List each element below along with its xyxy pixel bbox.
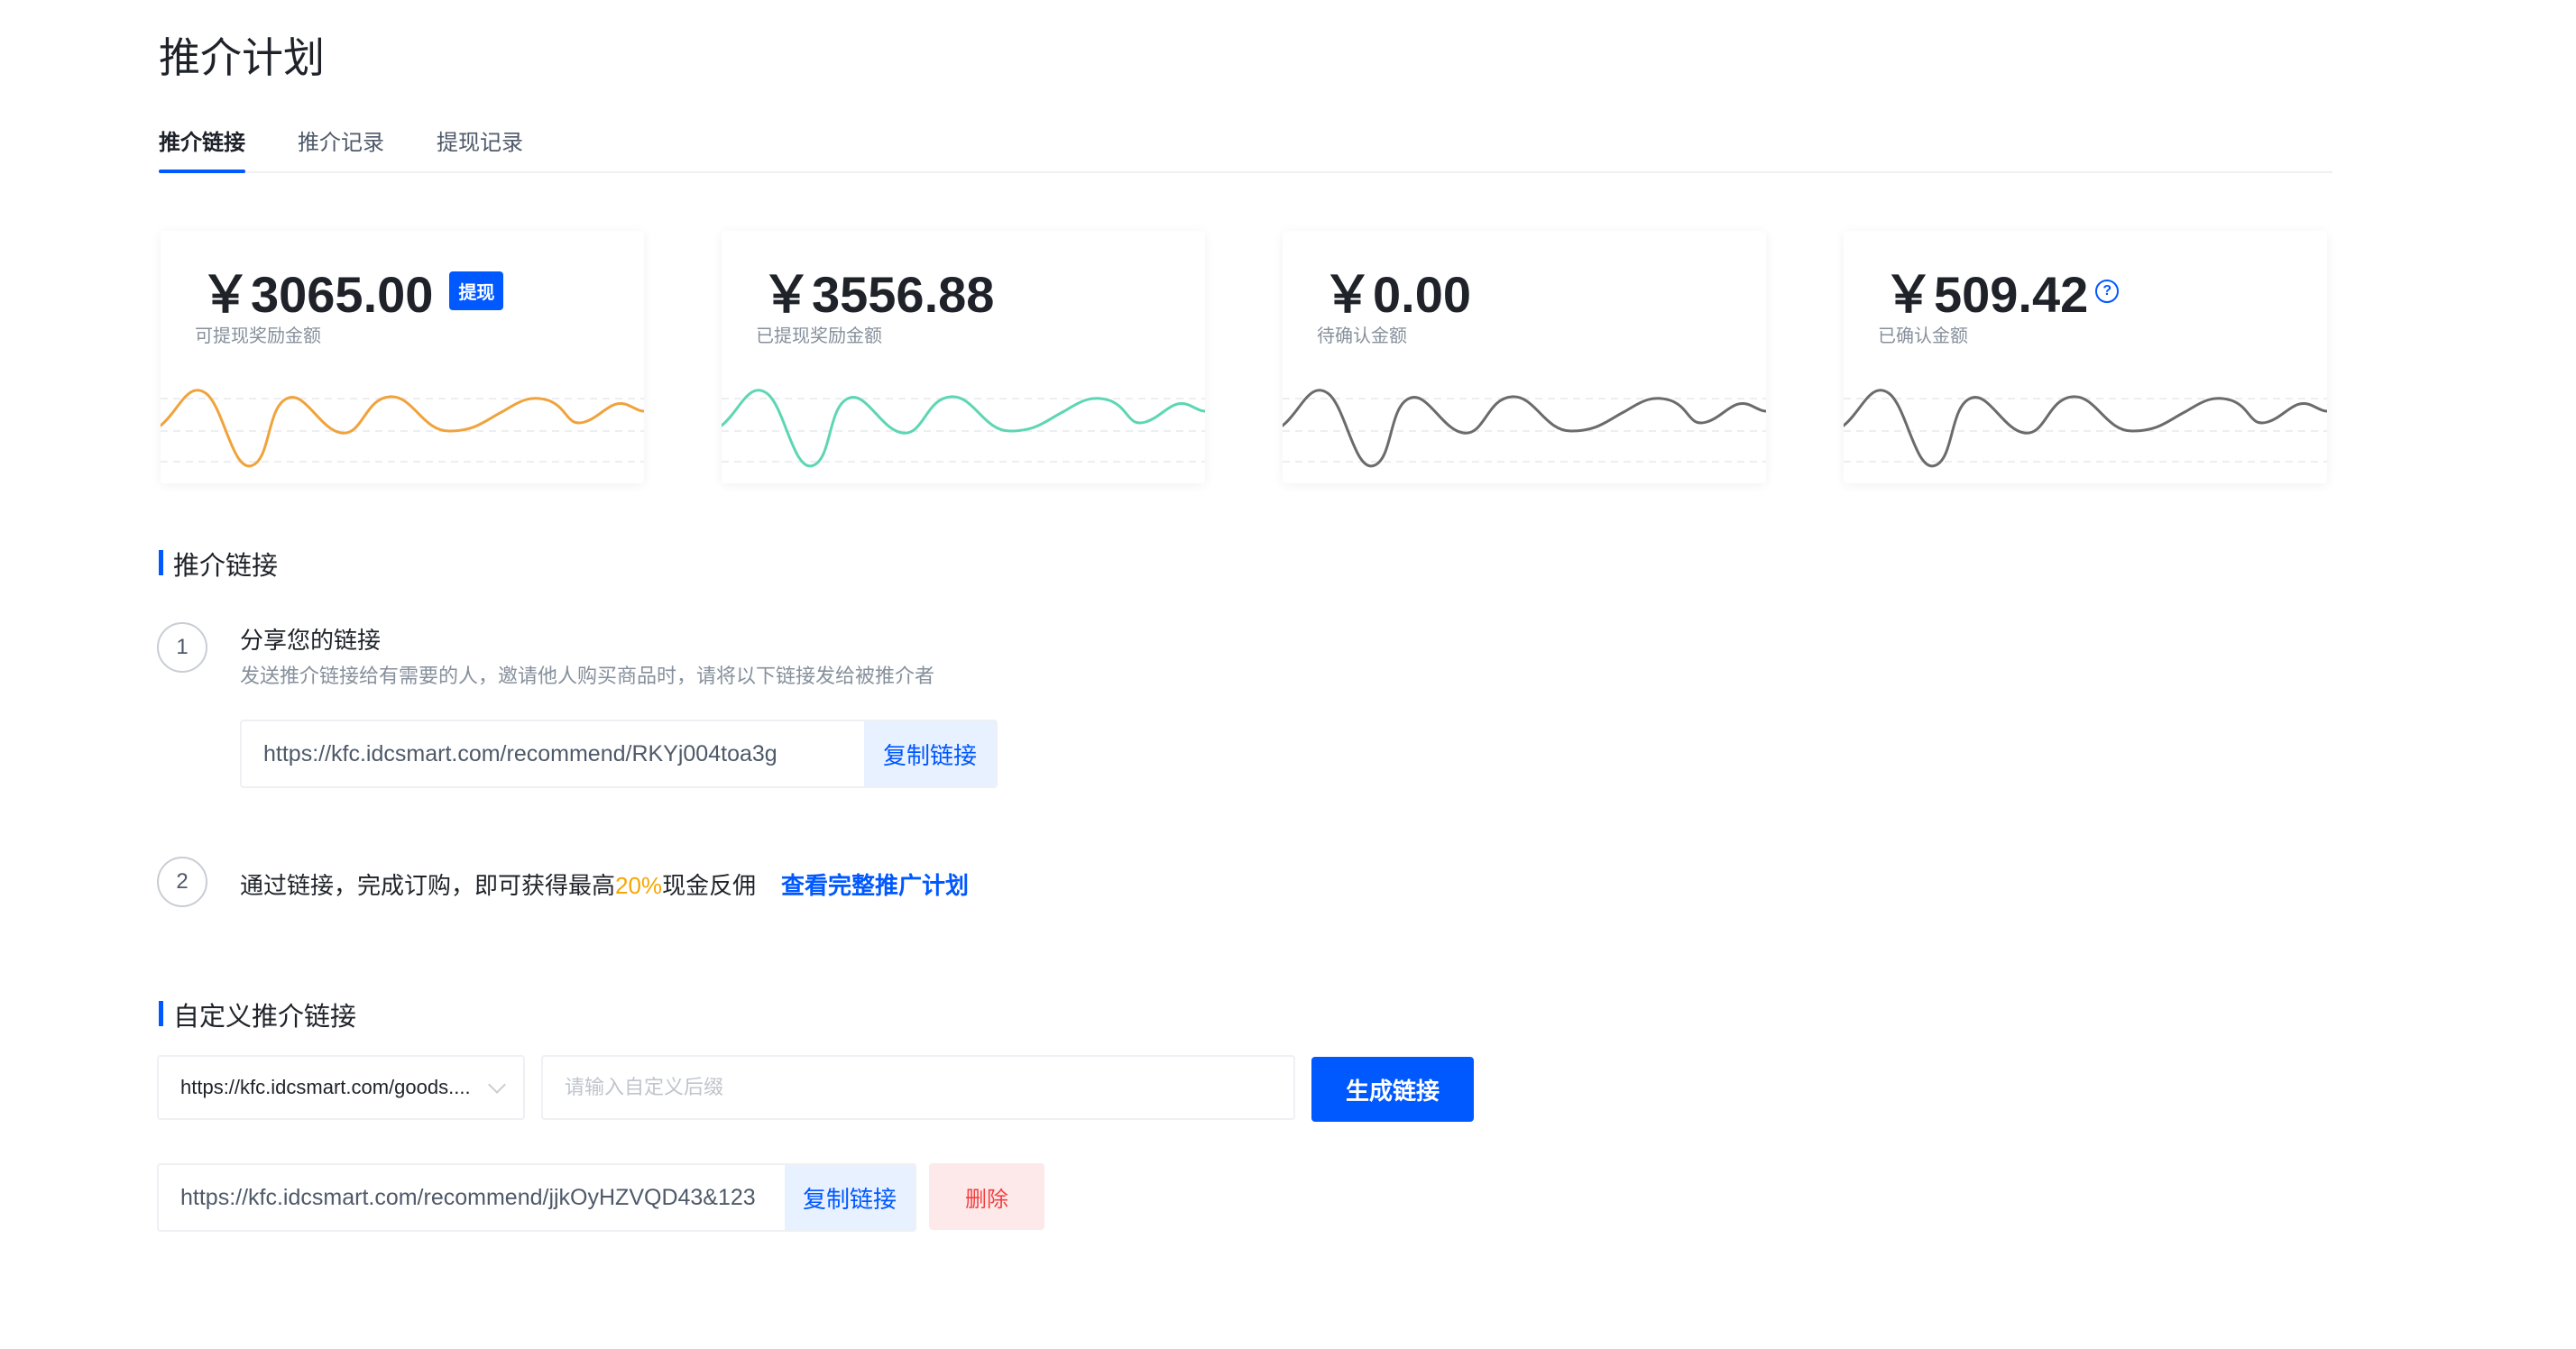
question-circle-icon[interactable]: ? — [2095, 279, 2120, 303]
step-1-number: 1 — [157, 622, 207, 673]
generated-link-text[interactable]: https://kfc.idcsmart.com/recommend/jjkOy… — [159, 1185, 785, 1211]
withdrawable-sparkline — [161, 389, 644, 468]
pending-label: 待确认金额 — [1317, 326, 1407, 346]
generated-link-box: https://kfc.idcsmart.com/recommend/jjkOy… — [157, 1163, 916, 1232]
stat-card-withdrawn: ￥3556.88 已提现奖励金额 — [722, 231, 1205, 483]
step-1-title: 分享您的链接 — [240, 627, 382, 654]
goods-url-select[interactable]: https://kfc.idcsmart.com/goods.... — [157, 1055, 525, 1120]
step-2-text: 通过链接，完成订购，即可获得最高20%现金反佣 — [240, 872, 757, 899]
sparkline-path — [161, 389, 644, 468]
copy-generated-link-button[interactable]: 复制链接 — [785, 1165, 915, 1230]
copy-referral-link-button[interactable]: 复制链接 — [864, 721, 996, 786]
withdrawn-amount: ￥3556.88 — [761, 266, 995, 323]
confirmed-label: 已确认金额 — [1878, 326, 1968, 346]
stat-card-confirmed: ￥509.42 ? 已确认金额 — [1844, 231, 2327, 483]
sparkline-path — [1283, 389, 1766, 468]
stat-card-pending: ￥0.00 待确认金额 — [1283, 231, 1766, 483]
tab-bar: 推介链接 推介记录 提现记录 — [159, 124, 2332, 173]
referral-link-box: https://kfc.idcsmart.com/recommend/RKYj0… — [240, 720, 998, 788]
tab-referral-records[interactable]: 推介记录 — [298, 124, 384, 170]
step-1-description: 发送推介链接给有需要的人，邀请他人购买商品时，请将以下链接发给被推介者 — [240, 665, 935, 687]
delete-link-button[interactable]: 删除 — [929, 1163, 1044, 1230]
withdrawn-sparkline — [722, 389, 1205, 468]
referral-link-text[interactable]: https://kfc.idcsmart.com/recommend/RKYj0… — [242, 741, 864, 767]
cashback-percent: 20% — [615, 872, 663, 899]
view-plan-link[interactable]: 查看完整推广计划 — [781, 867, 969, 901]
step-2-number: 2 — [157, 857, 207, 907]
pending-amount: ￥0.00 — [1322, 266, 1471, 323]
tab-referral-links[interactable]: 推介链接 — [159, 124, 245, 173]
tab-withdraw-records[interactable]: 提现记录 — [437, 124, 523, 170]
pending-sparkline — [1283, 389, 1766, 468]
sparkline-path — [1844, 389, 2327, 468]
withdraw-button[interactable]: 提现 — [449, 271, 504, 310]
sparkline-path — [722, 389, 1205, 468]
goods-url-selected-value: https://kfc.idcsmart.com/goods.... — [180, 1076, 471, 1098]
withdrawable-label: 可提现奖励金额 — [195, 326, 321, 346]
custom-suffix-input[interactable] — [541, 1055, 1295, 1120]
stat-card-withdrawable: ￥3065.00 提现 可提现奖励金额 — [161, 231, 644, 483]
referral-page: 推介计划 推介链接 推介记录 提现记录 ￥3065.00 提现 可提现奖励金额 … — [0, 0, 2576, 1349]
generate-link-button[interactable]: 生成链接 — [1311, 1057, 1474, 1122]
page-title: 推介计划 — [159, 34, 325, 81]
withdrawable-amount: ￥3065.00 — [200, 266, 434, 323]
referral-section-title: 推介链接 — [159, 545, 278, 583]
confirmed-amount: ￥509.42 — [1883, 266, 2089, 323]
chevron-down-icon — [488, 1076, 506, 1094]
custom-section-title: 自定义推介链接 — [159, 996, 356, 1033]
confirmed-sparkline — [1844, 389, 2327, 468]
withdrawn-label: 已提现奖励金额 — [756, 326, 882, 346]
